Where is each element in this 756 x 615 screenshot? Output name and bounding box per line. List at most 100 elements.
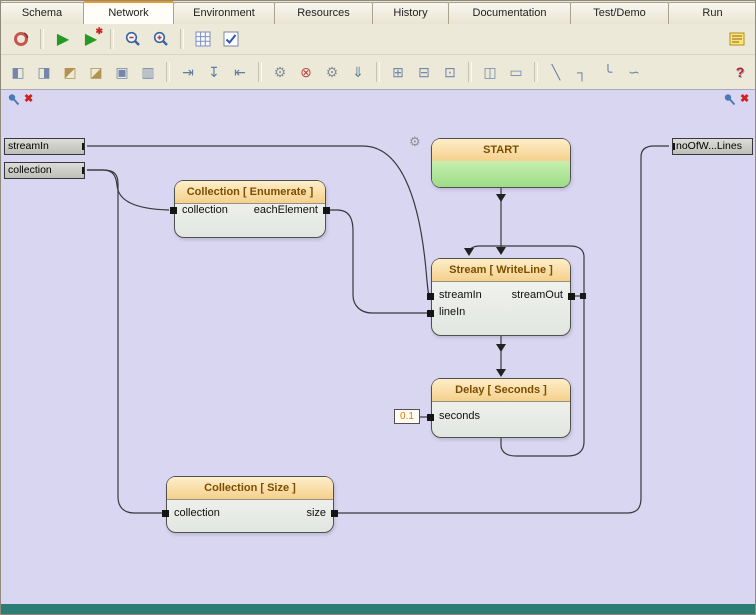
pushpin-glyph [723, 93, 737, 107]
close-right-icon[interactable]: ✖ [740, 93, 749, 106]
zoom-in-icon[interactable] [147, 25, 175, 53]
tab-history[interactable]: History [372, 2, 449, 24]
pin-right-icon[interactable] [723, 93, 737, 112]
toolbar-separator [468, 62, 472, 82]
port-label-linein: lineIn [439, 306, 465, 318]
output-label: noOfW...Lines [676, 140, 742, 152]
tab-run[interactable]: Run [668, 2, 756, 24]
port-connector[interactable] [672, 143, 675, 150]
toolbar-separator [376, 62, 380, 82]
edit-toolbar: ◧ ◨ ◩ ◪ ▣ ▥ ⇥ ↧ ⇤ ⚙ ⊗ ⚙ ⇓ ⊞ ⊟ ⊡ ◫ ▭ ╲ ┐ … [1, 55, 756, 90]
reload-config-icon[interactable]: ⚙ [319, 59, 345, 85]
toolbar-separator [110, 29, 114, 49]
main-toolbar: ▶ ▶ ✱ [1, 24, 756, 55]
run-icon[interactable]: ▶ [49, 25, 77, 53]
port-connector[interactable] [331, 510, 338, 517]
swap-ports-icon[interactable]: ◫ [477, 59, 503, 85]
align-left-icon[interactable]: ◧ [5, 59, 31, 85]
close-left-icon[interactable]: ✖ [24, 93, 33, 106]
port-connector[interactable] [427, 293, 434, 300]
link-style-rounded-icon[interactable]: ╰ [595, 59, 621, 85]
port-label-streamin: streamIn [439, 289, 482, 301]
node-title: Stream [ WriteLine ] [432, 259, 570, 282]
node-title: Delay [ Seconds ] [432, 379, 570, 402]
grid-icon[interactable] [189, 25, 217, 53]
toolbar-separator [40, 29, 44, 49]
node-title: Collection [ Size ] [167, 477, 333, 500]
pin-left-icon[interactable] [7, 93, 21, 112]
debug-badge-glyph: ✱ [95, 26, 103, 37]
port-label-collection: collection [174, 507, 220, 519]
port-label-eachelement: eachElement [254, 204, 318, 216]
align-right-icon[interactable]: ◨ [31, 59, 57, 85]
node-stream-writeline[interactable]: Stream [ WriteLine ] streamIn streamOut … [431, 258, 571, 336]
port-label-streamout: streamOut [512, 289, 563, 301]
remove-port-icon[interactable]: ⇤ [227, 59, 253, 85]
import-value-icon[interactable]: ↧ [201, 59, 227, 85]
fit-content-icon[interactable]: ⊡ [437, 59, 463, 85]
node-title: Collection [ Enumerate ] [175, 181, 325, 204]
toolbar-separator [534, 62, 538, 82]
log-icon[interactable] [723, 25, 751, 53]
help-icon[interactable]: ? [727, 59, 753, 85]
input-label: collection [8, 164, 52, 176]
stop-icon[interactable] [7, 25, 35, 53]
distribute-icon[interactable]: ▥ [135, 59, 161, 85]
toolbar-separator [258, 62, 262, 82]
port-connector[interactable] [162, 510, 169, 517]
link-style-orthogonal-icon[interactable]: ┐ [569, 59, 595, 85]
network-input-collection[interactable]: collection [4, 162, 85, 179]
log-glyph [729, 31, 745, 47]
snap-to-grid-icon[interactable] [217, 25, 245, 53]
snap-check-glyph [223, 31, 239, 47]
debug-run-icon[interactable]: ▶ ✱ [77, 25, 105, 53]
node-collection-size[interactable]: Collection [ Size ] collection size [166, 476, 334, 533]
configure-node-icon[interactable]: ⚙ [267, 59, 293, 85]
expand-node-icon[interactable]: ⊞ [385, 59, 411, 85]
port-label-seconds: seconds [439, 410, 480, 422]
grid-glyph [195, 31, 211, 47]
connection-edges [1, 90, 756, 604]
port-connector[interactable] [427, 414, 434, 421]
port-label-size: size [306, 507, 326, 519]
align-center-icon[interactable]: ▣ [109, 59, 135, 85]
tab-environment[interactable]: Environment [173, 2, 275, 24]
link-style-curved-icon[interactable]: ∽ [621, 59, 647, 85]
pushpin-glyph [7, 93, 21, 107]
apply-config-icon[interactable]: ⇓ [345, 59, 371, 85]
port-connector[interactable] [568, 293, 575, 300]
port-connector[interactable] [82, 167, 85, 174]
network-output-nooflines[interactable]: noOfW...Lines [672, 138, 753, 155]
tab-bar: Schema Network Environment Resources His… [1, 1, 756, 24]
link-style-straight-icon[interactable]: ╲ [543, 59, 569, 85]
delete-config-icon[interactable]: ⊗ [293, 59, 319, 85]
node-collection-enumerate[interactable]: Collection [ Enumerate ] collection each… [174, 180, 326, 238]
literal-value-box[interactable]: 0.1 [394, 409, 420, 424]
align-bottom-icon[interactable]: ◪ [83, 59, 109, 85]
node-start[interactable]: START [431, 138, 571, 188]
node-delay-seconds[interactable]: Delay [ Seconds ] seconds [431, 378, 571, 438]
zoom-in-glyph [152, 30, 170, 48]
align-top-icon[interactable]: ◩ [57, 59, 83, 85]
resize-node-icon[interactable]: ▭ [503, 59, 529, 85]
tab-documentation[interactable]: Documentation [448, 2, 571, 24]
port-label-collection: collection [182, 204, 228, 216]
add-input-port-icon[interactable]: ⇥ [175, 59, 201, 85]
tab-test-demo[interactable]: Test/Demo [570, 2, 669, 24]
start-node-body [432, 161, 570, 187]
toolbar-separator [166, 62, 170, 82]
gear-icon[interactable]: ⚙ [409, 134, 421, 150]
zoom-out-icon[interactable] [119, 25, 147, 53]
tab-network[interactable]: Network [83, 1, 174, 24]
tab-resources[interactable]: Resources [274, 2, 373, 24]
tab-schema[interactable]: Schema [0, 2, 84, 24]
port-connector[interactable] [170, 207, 177, 214]
port-connector[interactable] [82, 143, 85, 150]
network-canvas[interactable]: ✖ ✖ streamIn collection noOfW...Lines ⚙ … [1, 90, 756, 604]
port-connector[interactable] [323, 207, 330, 214]
collapse-node-icon[interactable]: ⊟ [411, 59, 437, 85]
zoom-out-glyph [124, 30, 142, 48]
toolbar-separator [180, 29, 184, 49]
port-connector[interactable] [427, 310, 434, 317]
network-input-streamin[interactable]: streamIn [4, 138, 85, 155]
